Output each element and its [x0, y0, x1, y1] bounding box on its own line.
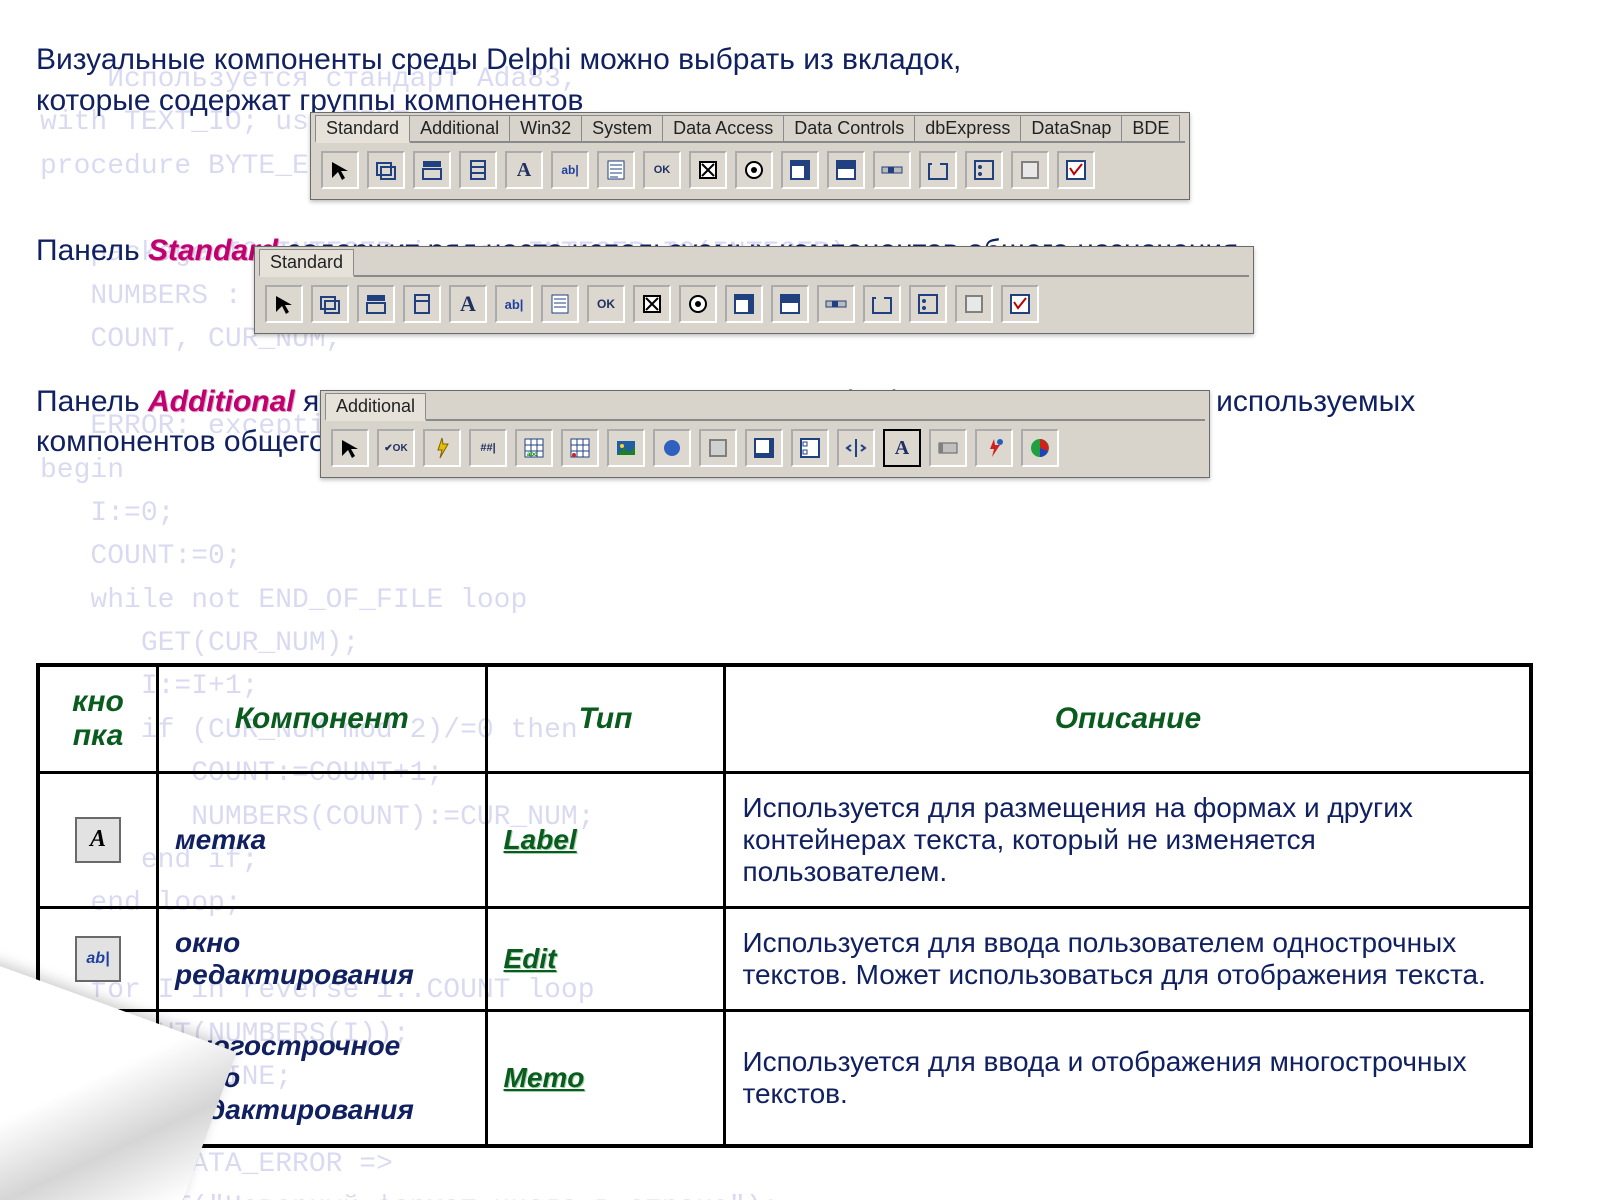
header-button: кно пка [38, 665, 157, 773]
bevel-icon[interactable] [699, 429, 737, 467]
groupbox-icon[interactable] [863, 285, 901, 323]
row1-type: Label [486, 772, 725, 907]
row2-component: окно редактирования [157, 907, 486, 1010]
radiobutton-icon[interactable] [735, 151, 773, 189]
row2-type-text: Edit [504, 943, 557, 974]
palette-additional-tabs: Additional [325, 393, 1205, 421]
applicationevents-icon[interactable] [975, 429, 1013, 467]
controlbar-icon[interactable] [929, 429, 967, 467]
panel-icon[interactable] [1011, 151, 1049, 189]
combobox-icon[interactable] [827, 151, 865, 189]
maskedit-icon[interactable]: ##| [469, 429, 507, 467]
label-icon: A [75, 817, 121, 863]
frames-icon[interactable] [311, 285, 349, 323]
radiogroup-icon[interactable] [965, 151, 1003, 189]
shape-icon[interactable] [653, 429, 691, 467]
table-row: A метка Label Используется для размещени… [38, 772, 1531, 907]
tab-additional-solo[interactable]: Additional [325, 393, 426, 421]
tab-standard-solo[interactable]: Standard [259, 249, 354, 277]
button-icon[interactable]: OK [643, 151, 681, 189]
palette-standard-icons: A ab| OK [259, 281, 1249, 327]
popupmenu-icon[interactable] [403, 285, 441, 323]
frames-icon[interactable] [367, 151, 405, 189]
button-icon[interactable]: OK [587, 285, 625, 323]
panel-additional-keyword: Additional [148, 385, 295, 418]
intro-paragraph: Визуальные компоненты среды Delphi можно… [36, 40, 1564, 121]
label-icon[interactable]: A [449, 285, 487, 323]
row1-type-text: Label [504, 824, 577, 855]
scrollbox-icon[interactable] [745, 429, 783, 467]
table-row: ab| окно редактирования Edit Используетс… [38, 907, 1531, 1010]
checkbox-icon[interactable] [633, 285, 671, 323]
palette-all-icons: A ab| OK [315, 147, 1185, 193]
tab-bde[interactable]: BDE [1121, 115, 1180, 141]
table-header-row: кно пка Компонент Тип Описание [38, 665, 1531, 773]
popupmenu-icon[interactable] [459, 151, 497, 189]
row3-desc: Используется для ввода и отображения мно… [725, 1010, 1531, 1146]
palette-additional-icons: ✔OK ##| abc A [325, 425, 1205, 471]
drawgrid-icon[interactable] [561, 429, 599, 467]
table-row: ≣ многострочное окно редактирования Memo… [38, 1010, 1531, 1146]
row2-desc: Используется для ввода пользователем одн… [725, 907, 1531, 1010]
tab-data-access[interactable]: Data Access [662, 115, 784, 141]
row1-desc: Используется для размещения на формах и … [725, 772, 1531, 907]
edit-icon: ab| [75, 936, 121, 982]
row1-component: метка [157, 772, 486, 907]
tab-datasnap[interactable]: DataSnap [1020, 115, 1122, 141]
actionlist-icon[interactable] [1001, 285, 1039, 323]
arrow-icon[interactable] [331, 429, 369, 467]
scrollbar-icon[interactable] [873, 151, 911, 189]
intro-line-1: Визуальные компоненты среды Delphi можно… [36, 43, 961, 76]
tab-win32[interactable]: Win32 [509, 115, 582, 141]
checkbox-icon[interactable] [689, 151, 727, 189]
row3-type: Memo [486, 1010, 725, 1146]
radiogroup-icon[interactable] [909, 285, 947, 323]
bitbtn-icon[interactable]: ✔OK [377, 429, 415, 467]
arrow-icon[interactable] [265, 285, 303, 323]
splitter-icon[interactable] [837, 429, 875, 467]
palette-additional: Additional ✔OK ##| abc A [320, 390, 1210, 478]
palette-standard-tabs: Standard [259, 249, 1249, 277]
actionlist-icon[interactable] [1057, 151, 1095, 189]
header-description: Описание [725, 665, 1531, 773]
edit-icon[interactable]: ab| [551, 151, 589, 189]
header-type: Тип [486, 665, 725, 773]
combobox-icon[interactable] [771, 285, 809, 323]
image-icon[interactable] [607, 429, 645, 467]
palette-standard: Standard A ab| OK [254, 246, 1254, 334]
scrollbar-icon[interactable] [817, 285, 855, 323]
panel-icon[interactable] [955, 285, 993, 323]
memo-icon[interactable] [541, 285, 579, 323]
panel-standard-pre: Панель [36, 234, 148, 267]
header-component: Компонент [157, 665, 486, 773]
palette-all-tabs: Standard Additional Win32 System Data Ac… [315, 115, 1185, 143]
tab-dbexpress[interactable]: dbExpress [914, 115, 1021, 141]
groupbox-icon[interactable] [919, 151, 957, 189]
memo-icon[interactable] [597, 151, 635, 189]
checklistbox-icon[interactable] [791, 429, 829, 467]
listbox-icon[interactable] [781, 151, 819, 189]
tab-standard[interactable]: Standard [315, 115, 410, 143]
chart-icon[interactable] [1021, 429, 1059, 467]
mainmenu-icon[interactable] [357, 285, 395, 323]
arrow-icon[interactable] [321, 151, 359, 189]
listbox-icon[interactable] [725, 285, 763, 323]
radiobutton-icon[interactable] [679, 285, 717, 323]
mainmenu-icon[interactable] [413, 151, 451, 189]
tab-data-controls[interactable]: Data Controls [783, 115, 915, 141]
tab-system[interactable]: System [581, 115, 663, 141]
tab-additional[interactable]: Additional [409, 115, 510, 141]
label-icon[interactable]: A [505, 151, 543, 189]
palette-all: Standard Additional Win32 System Data Ac… [310, 112, 1190, 200]
row2-type: Edit [486, 907, 725, 1010]
statictext-icon[interactable]: A [883, 429, 921, 467]
edit-icon[interactable]: ab| [495, 285, 533, 323]
panel-additional-pre: Панель [36, 385, 148, 418]
components-table: кно пка Компонент Тип Описание A метка L… [36, 663, 1533, 1148]
stringgrid-icon[interactable]: abc [515, 429, 553, 467]
svg-text:abc: abc [527, 452, 538, 458]
row3-type-text: Memo [504, 1062, 585, 1093]
speedbutton-icon[interactable] [423, 429, 461, 467]
row1-icon-cell: A [38, 772, 157, 907]
